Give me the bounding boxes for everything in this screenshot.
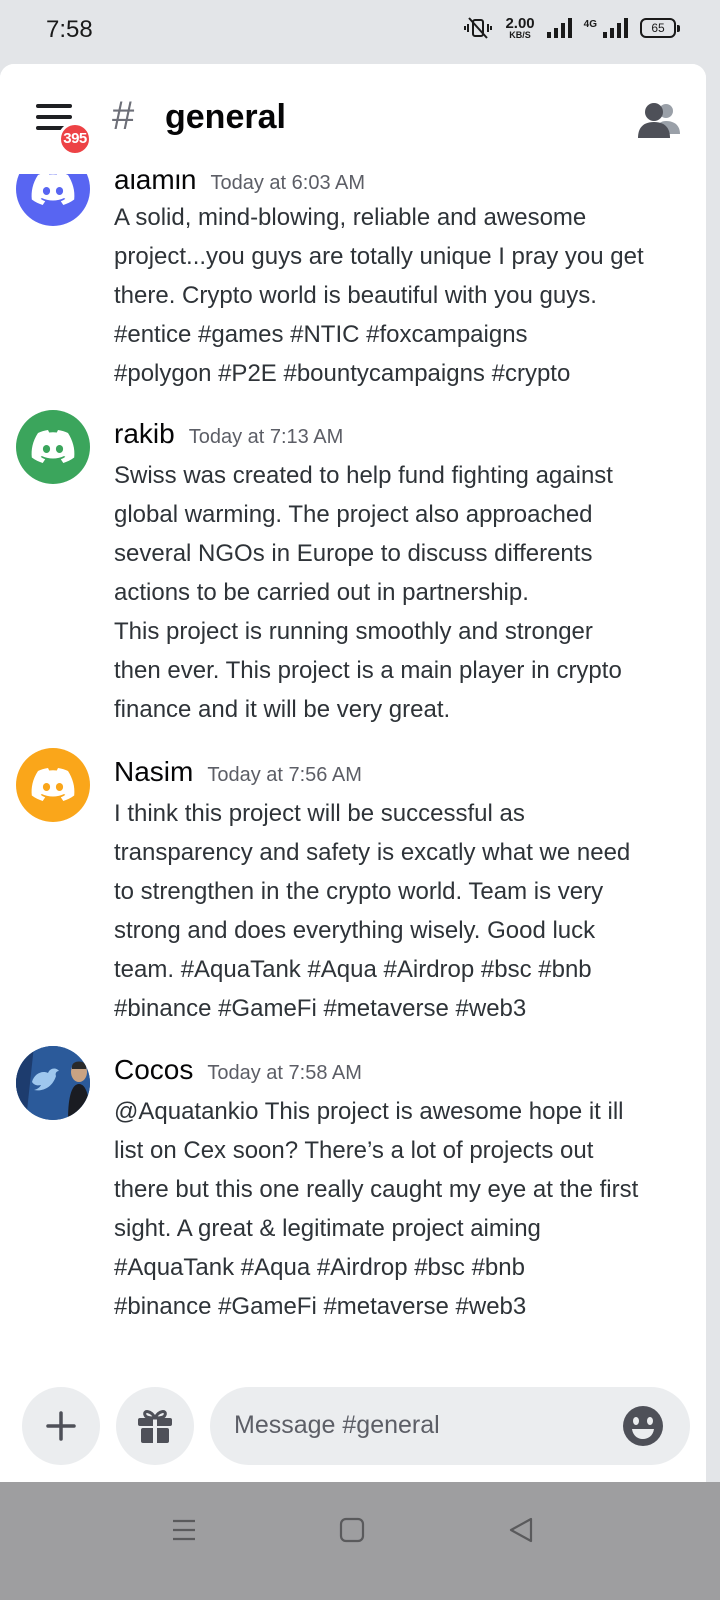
message-content: A solid, mind-blowing, reliable and awes… (114, 198, 694, 393)
message-list[interactable]: alamin Today at 6:03 AM A solid, mind-bl… (0, 64, 706, 1482)
home-button[interactable] (334, 1512, 370, 1548)
message-line: Swiss was created to help fund fighting … (114, 462, 613, 489)
message-line: team. #AquaTank #Aqua #Airdrop #bsc #bnb (114, 956, 592, 983)
message-content: @Aquatankio This project is awesome hope… (114, 1092, 694, 1326)
author-name[interactable]: rakib (114, 418, 175, 450)
home-square-icon (339, 1517, 365, 1543)
system-nav-bar (0, 1482, 720, 1600)
message-timestamp: Today at 7:58 AM (207, 1062, 362, 1084)
message-line: global warming. The project also approac… (114, 501, 593, 528)
avatar[interactable] (16, 1046, 90, 1120)
avatar-photo-icon (16, 1046, 90, 1120)
network-speed-unit: KB/S (509, 30, 531, 40)
vibrate-mute-icon (464, 17, 493, 39)
discord-logo-icon (31, 172, 75, 205)
avatar[interactable] (16, 410, 90, 484)
message-meta: Nasim Today at 7:56 AM (114, 756, 362, 788)
message-composer: Message #general (0, 1373, 706, 1481)
message-input[interactable]: Message #general (210, 1387, 690, 1465)
message-line: list on Cex soon? There’s a lot of proje… (114, 1137, 594, 1164)
message-line: #AquaTank #Aqua #Airdrop #bsc #bnb (114, 1254, 525, 1281)
message-timestamp: Today at 7:56 AM (207, 764, 362, 786)
discord-logo-icon (31, 768, 75, 801)
message-line: transparency and safety is excatly what … (114, 839, 631, 866)
message-line: project...you guys are totally unique I … (114, 243, 644, 270)
network-type: 4G (583, 18, 597, 30)
message-line: there. Crypto world is beautiful with yo… (114, 282, 597, 309)
message-line: A solid, mind-blowing, reliable and awes… (114, 204, 587, 231)
message-line: to strengthen in the crypto world. Team … (114, 878, 604, 905)
signal-icon-2 (603, 18, 628, 38)
channel-header: 395 # general (0, 64, 706, 174)
battery-level: 65 (651, 21, 665, 35)
signal-icon (546, 18, 572, 38)
network-speed-value: 2.00 (505, 15, 535, 32)
message-input-placeholder: Message #general (234, 1411, 440, 1439)
message-meta: rakib Today at 7:13 AM (114, 418, 343, 450)
message-line: finance and it will be very great. (114, 696, 451, 723)
gift-icon (138, 1410, 172, 1443)
plus-icon (46, 1411, 76, 1441)
channel-title[interactable]: general (165, 98, 286, 137)
discord-logo-icon (31, 430, 75, 463)
author-name[interactable]: Cocos (114, 1054, 193, 1086)
status-time: 7:58 (46, 16, 93, 43)
message-content: Swiss was created to help fund fighting … (114, 456, 694, 729)
battery-icon: 65 (640, 18, 680, 38)
message-timestamp: Today at 7:13 AM (188, 426, 344, 448)
message-line: then ever. This project is a main player… (114, 657, 622, 684)
message-line: strong and does everything wisely. Good … (114, 917, 596, 944)
message-line: several NGOs in Europe to discuss differ… (114, 540, 593, 567)
unread-badge: 395 (58, 122, 92, 156)
message-timestamp: Today at 6:03 AM (210, 172, 366, 194)
add-attachment-button[interactable] (22, 1387, 100, 1465)
message-meta: Cocos Today at 7:58 AM (114, 1054, 362, 1086)
message-line: there but this one really caught my eye … (114, 1176, 639, 1203)
message-content: I think this project will be successful … (114, 794, 694, 1028)
message-line: actions to be carried out in partnership… (114, 579, 529, 606)
members-icon (638, 103, 680, 138)
message-line: I think this project will be successful … (114, 800, 525, 827)
message-line: sight. A great & legitimate project aimi… (114, 1215, 541, 1242)
status-icons: 2.00 KB/S 4G 65 (463, 16, 680, 40)
message-line: #binance #GameFi #metaverse #web3 (114, 1293, 527, 1320)
message-line: #polygon #P2E #bountycampaigns #crypto (114, 360, 571, 387)
message-line: #entice #games #NTIC #foxcampaigns (114, 321, 528, 348)
message-line: #binance #GameFi #metaverse #web3 (114, 995, 527, 1022)
author-name[interactable]: Nasim (114, 756, 193, 788)
smiley-icon (623, 1406, 663, 1446)
menu-icon (173, 1519, 195, 1541)
emoji-button[interactable] (622, 1405, 664, 1447)
hashtag-icon: # (112, 94, 135, 138)
back-button[interactable] (504, 1512, 540, 1548)
message-line: @Aquatankio This project is awesome hope… (114, 1098, 624, 1125)
status-bar: 7:58 2.00 KB/S 4G 65 (0, 0, 720, 64)
members-button[interactable] (636, 100, 682, 140)
recent-apps-button[interactable] (166, 1512, 202, 1548)
network-speed: 2.00 KB/S (505, 16, 534, 40)
back-triangle-icon (509, 1517, 533, 1543)
gift-button[interactable] (116, 1387, 194, 1465)
message-line: This project is running smoothly and str… (114, 618, 593, 645)
chat-panel: alamin Today at 6:03 AM A solid, mind-bl… (0, 64, 706, 1482)
avatar[interactable] (16, 748, 90, 822)
